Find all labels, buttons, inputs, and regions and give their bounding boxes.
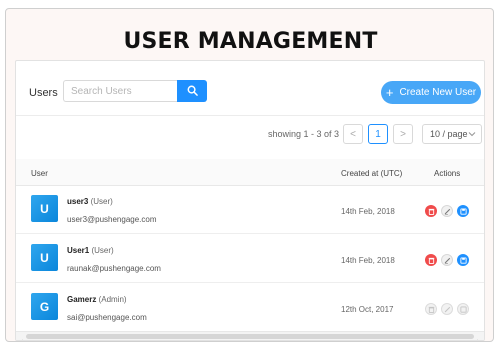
save-icon bbox=[459, 300, 467, 318]
edit-user-button bbox=[441, 303, 453, 315]
user-role: (Admin) bbox=[98, 295, 127, 304]
page-size-select[interactable]: 10 / page bbox=[422, 124, 482, 144]
user-role: (User) bbox=[91, 246, 114, 255]
user-name-text: User1 bbox=[67, 246, 90, 255]
pagination-summary: showing 1 - 3 of 3 bbox=[268, 129, 340, 139]
column-header-user: User bbox=[31, 169, 48, 178]
user-name: User1 (User) bbox=[67, 246, 114, 255]
page-title: USER MANAGEMENT bbox=[123, 29, 378, 54]
toolbar-divider bbox=[16, 115, 484, 116]
search-button[interactable] bbox=[177, 80, 207, 102]
created-date: 14th Feb, 2018 bbox=[341, 256, 395, 265]
avatar: U bbox=[31, 195, 58, 222]
search-input[interactable] bbox=[63, 80, 177, 102]
page-1-button[interactable]: 1 bbox=[368, 124, 388, 144]
app-frame: USER MANAGEMENT Users + Create New User … bbox=[5, 8, 494, 342]
create-new-user-label: Create New User bbox=[399, 87, 477, 98]
horizontal-scrollbar[interactable] bbox=[16, 331, 484, 340]
user-email: user3@pushengage.com bbox=[67, 215, 157, 224]
table-header: User Created at (UTC) Actions bbox=[16, 159, 484, 186]
save-icon bbox=[459, 202, 467, 220]
pencil-icon bbox=[444, 251, 451, 269]
pencil-icon bbox=[444, 300, 451, 318]
trash-icon bbox=[428, 251, 435, 269]
next-page-button[interactable]: > bbox=[393, 124, 413, 144]
table-row: U user3 (User) user3@pushengage.com 14th… bbox=[16, 186, 484, 234]
users-label: Users bbox=[29, 87, 58, 99]
trash-icon bbox=[428, 202, 435, 220]
plus-icon: + bbox=[385, 85, 394, 100]
search-icon bbox=[187, 84, 198, 99]
save-icon bbox=[459, 251, 467, 269]
user-panel: Users + Create New User showing 1 - 3 of… bbox=[15, 60, 485, 341]
delete-user-button bbox=[425, 303, 437, 315]
user-email: raunak@pushengage.com bbox=[67, 264, 161, 273]
column-header-created: Created at (UTC) bbox=[341, 169, 403, 178]
user-email: sai@pushengage.com bbox=[67, 313, 147, 322]
user-name: Gamerz (Admin) bbox=[67, 295, 127, 304]
previous-page-button[interactable]: < bbox=[343, 124, 363, 144]
avatar: U bbox=[31, 244, 58, 271]
chevron-down-icon bbox=[468, 130, 476, 140]
trash-icon bbox=[428, 300, 435, 318]
pencil-icon bbox=[444, 202, 451, 220]
save-user-button[interactable] bbox=[457, 205, 469, 217]
created-date: 14th Feb, 2018 bbox=[341, 207, 395, 216]
table-row: U User1 (User) raunak@pushengage.com 14t… bbox=[16, 235, 484, 283]
user-name: user3 (User) bbox=[67, 197, 113, 206]
page-size-value: 10 / page bbox=[430, 129, 468, 139]
edit-user-button[interactable] bbox=[441, 254, 453, 266]
scrollbar-thumb[interactable] bbox=[26, 334, 474, 339]
delete-user-button[interactable] bbox=[425, 254, 437, 266]
edit-user-button[interactable] bbox=[441, 205, 453, 217]
save-user-button[interactable] bbox=[457, 254, 469, 266]
scroll-left-icon[interactable] bbox=[18, 333, 24, 340]
user-role: (User) bbox=[90, 197, 113, 206]
save-user-button bbox=[457, 303, 469, 315]
table-row: G Gamerz (Admin) sai@pushengage.com 12th… bbox=[16, 284, 484, 332]
delete-user-button[interactable] bbox=[425, 205, 437, 217]
avatar: G bbox=[31, 293, 58, 320]
create-new-user-button[interactable]: + Create New User bbox=[381, 81, 481, 104]
user-name-text: Gamerz bbox=[67, 295, 97, 304]
column-header-actions: Actions bbox=[434, 169, 461, 178]
scroll-right-icon[interactable] bbox=[476, 333, 482, 340]
user-name-text: user3 bbox=[67, 197, 89, 206]
created-date: 12th Oct, 2017 bbox=[341, 305, 394, 314]
